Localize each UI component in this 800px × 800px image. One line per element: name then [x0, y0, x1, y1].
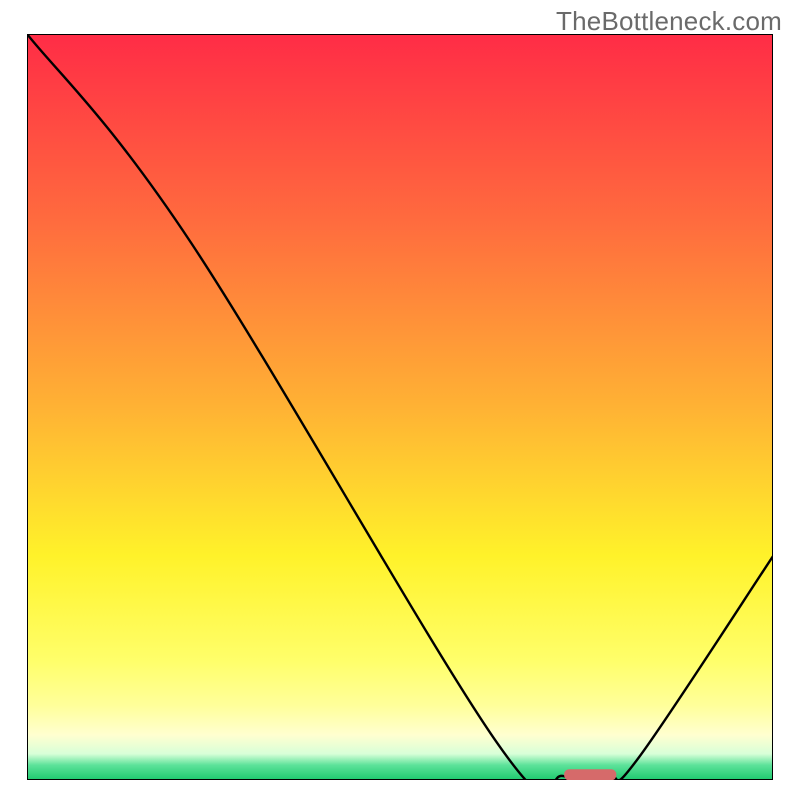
plot-area: [27, 34, 773, 780]
chart-svg: [27, 34, 773, 780]
optimal-marker: [564, 769, 616, 780]
chart-container: TheBottleneck.com: [0, 0, 800, 800]
watermark-text: TheBottleneck.com: [556, 6, 782, 37]
gradient-background: [27, 34, 773, 780]
